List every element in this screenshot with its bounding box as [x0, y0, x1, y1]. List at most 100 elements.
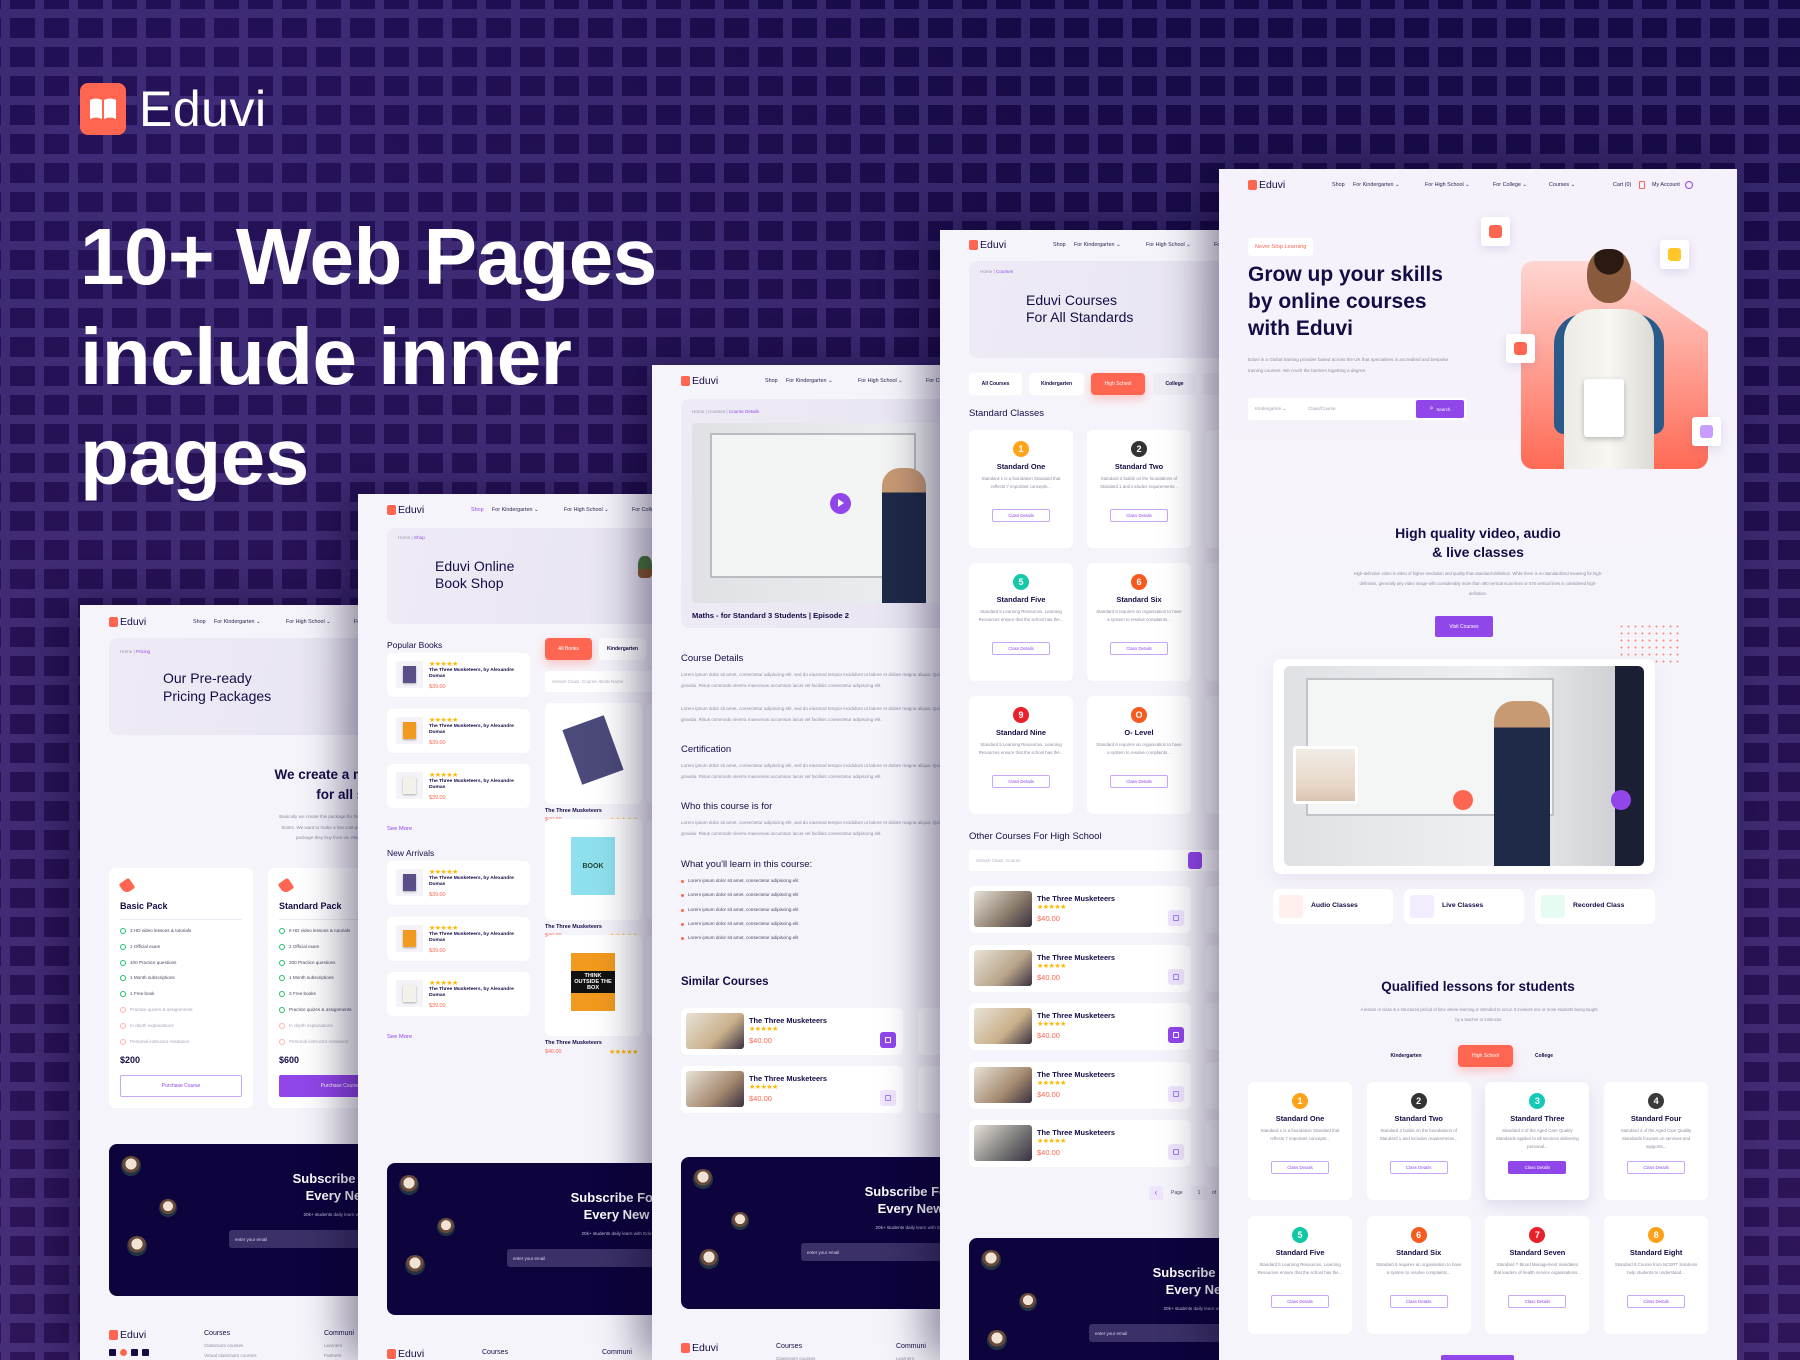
class-details-button[interactable]: Class Details [1110, 775, 1168, 788]
footer-link[interactable]: Virtual classroom courses [204, 1353, 257, 1358]
add-to-cart-button[interactable] [1168, 910, 1184, 926]
class-details-button[interactable]: Class Details [1627, 1161, 1686, 1174]
add-to-cart-button[interactable] [880, 1090, 896, 1106]
live-class-video[interactable] [1284, 666, 1644, 866]
nav-item[interactable]: For College ⌄ [1493, 182, 1527, 188]
add-to-cart-button[interactable] [1168, 1144, 1184, 1161]
class-details-button[interactable]: Class Details [1271, 1161, 1329, 1174]
footer-link[interactable]: Learners [324, 1343, 342, 1348]
breadcrumb-item[interactable]: Shop [414, 535, 425, 540]
nav-item[interactable]: For Kindergarten ⌄ [1353, 182, 1399, 188]
breadcrumb-item[interactable]: Home [980, 269, 992, 274]
lesson-level-tab[interactable]: High School [1458, 1045, 1513, 1067]
x-circle-icon [120, 1007, 126, 1013]
class-details-button[interactable]: Class Details [1508, 1295, 1567, 1308]
course-filter-tab[interactable]: College [1153, 373, 1196, 395]
breadcrumb-item[interactable]: Home [692, 409, 704, 414]
add-to-cart-button[interactable] [880, 1032, 896, 1048]
brand-logo: Eduvi [80, 80, 267, 138]
section-title: Standard Classes [969, 408, 1044, 419]
nav-item[interactable]: For High School ⌄ [564, 507, 609, 513]
cart-link[interactable]: Cart (0) [1613, 182, 1631, 188]
class-details-button[interactable]: Class Details [1389, 1295, 1448, 1308]
nav-item[interactable]: For Kindergarten ⌄ [1074, 242, 1120, 248]
nav-item[interactable]: For High School ⌄ [286, 619, 331, 625]
footer-link[interactable]: Classroom courses [776, 1356, 815, 1360]
nav-item[interactable]: Shop [471, 507, 484, 513]
visit-courses-button[interactable]: Visit Courses [1435, 616, 1493, 637]
book-title: The Three Musketeers, by Alexandre Dumas [429, 723, 514, 735]
play-button[interactable] [830, 493, 851, 514]
dot-grid-decoration [1618, 623, 1682, 663]
twitter-icon[interactable] [131, 1349, 138, 1356]
class-details-button[interactable]: Class Details [1627, 1295, 1686, 1308]
end-call-button[interactable] [1453, 790, 1473, 810]
book-filter-tab[interactable]: All Books [545, 638, 592, 660]
nav-item[interactable]: Shop [1053, 242, 1066, 248]
course-filter-tab[interactable]: All Courses [969, 373, 1022, 395]
nav-logo[interactable]: Eduvi [681, 375, 718, 387]
course-filter-tab[interactable]: High School [1091, 373, 1145, 395]
nav-item[interactable]: Courses ⌄ [1549, 182, 1575, 188]
book-list-item: ★★★★★ The Three Musketeers, by Alexandre … [387, 653, 530, 697]
footer-link[interactable]: Classroom courses [204, 1343, 243, 1348]
class-details-button[interactable]: Class Details [1110, 642, 1168, 655]
class-details-button[interactable]: Class Details [1110, 509, 1168, 522]
page-title-line: Eduvi Online [435, 558, 515, 574]
nav-logo[interactable]: Eduvi [1248, 179, 1285, 191]
nav-item[interactable]: Shop [193, 619, 206, 625]
class-details-button[interactable]: Class Details [1508, 1161, 1567, 1174]
course-filter-tab[interactable]: Kindergarten [1029, 373, 1084, 395]
breadcrumb-item[interactable]: Courses [708, 409, 725, 414]
nav-item[interactable]: For High School ⌄ [1146, 242, 1191, 248]
nav-item[interactable]: Shop [765, 378, 778, 384]
class-details-button[interactable]: Class Details [1389, 1161, 1448, 1174]
nav-logo[interactable]: Eduvi [387, 504, 424, 516]
search-button[interactable]: ⌕ Search [1416, 400, 1464, 418]
view-all-button[interactable] [1441, 1355, 1514, 1360]
class-details-button[interactable]: Class Details [992, 775, 1050, 788]
breadcrumb-item[interactable]: Course Details [729, 409, 759, 414]
hero-search-bar: Kindergarten ⌄ Class/Course ⌕ Search [1248, 398, 1466, 420]
instagram-icon[interactable] [120, 1349, 127, 1356]
page-of-label: of [1212, 1190, 1217, 1196]
add-to-cart-button[interactable] [1168, 1085, 1184, 1102]
breadcrumb-item[interactable]: Home [120, 649, 132, 654]
section-title: New Arrivals [387, 848, 435, 858]
breadcrumb-item[interactable]: Courses [996, 269, 1013, 274]
facebook-icon[interactable] [109, 1349, 116, 1356]
page-number-input[interactable]: 1 [1191, 1186, 1207, 1200]
footer-link[interactable]: Partners [324, 1353, 341, 1358]
search-button[interactable] [1188, 852, 1202, 869]
class-details-button[interactable]: Class Details [992, 509, 1050, 522]
add-to-cart-button[interactable] [1168, 968, 1184, 985]
footer-link[interactable]: Learners [896, 1356, 914, 1360]
nav-item[interactable]: For Kindergarten ⌄ [492, 507, 538, 513]
class-course-input[interactable]: Class/Course [1308, 406, 1336, 411]
lesson-level-tab[interactable]: College [1524, 1045, 1564, 1067]
linkedin-icon[interactable] [142, 1349, 149, 1356]
class-details-button[interactable]: Class Details [1271, 1295, 1329, 1308]
see-more-link[interactable]: See More [387, 1034, 412, 1040]
nav-item[interactable]: For Kindergarten ⌄ [786, 378, 832, 384]
student-avatar [437, 1218, 455, 1236]
breadcrumb-item[interactable]: Pricing [136, 649, 150, 654]
prev-page-button[interactable]: ‹ [1149, 1186, 1163, 1200]
nav-logo[interactable]: Eduvi [109, 616, 146, 628]
expand-button[interactable] [1611, 790, 1631, 810]
lesson-level-tab[interactable]: Kindergarten [1383, 1045, 1429, 1067]
nav-item[interactable]: For High School ⌄ [858, 378, 903, 384]
page-title: Our Pre-ready Pricing Packages [163, 669, 271, 705]
nav-item[interactable]: For High School ⌄ [1425, 182, 1470, 188]
level-select[interactable]: Kindergarten ⌄ [1255, 406, 1286, 412]
account-link[interactable]: My Account [1652, 182, 1680, 188]
nav-item[interactable]: For Kindergarten ⌄ [214, 619, 260, 625]
class-details-button[interactable]: Class Details [992, 642, 1050, 655]
book-filter-tab[interactable]: Kindergarten [599, 638, 646, 660]
add-to-cart-button[interactable] [1168, 1027, 1184, 1044]
breadcrumb-item[interactable]: Home [398, 535, 410, 540]
see-more-link[interactable]: See More [387, 826, 412, 832]
purchase-course-button[interactable]: Purchase Course [120, 1075, 242, 1097]
nav-logo[interactable]: Eduvi [969, 239, 1006, 251]
nav-item[interactable]: Shop [1332, 182, 1345, 188]
